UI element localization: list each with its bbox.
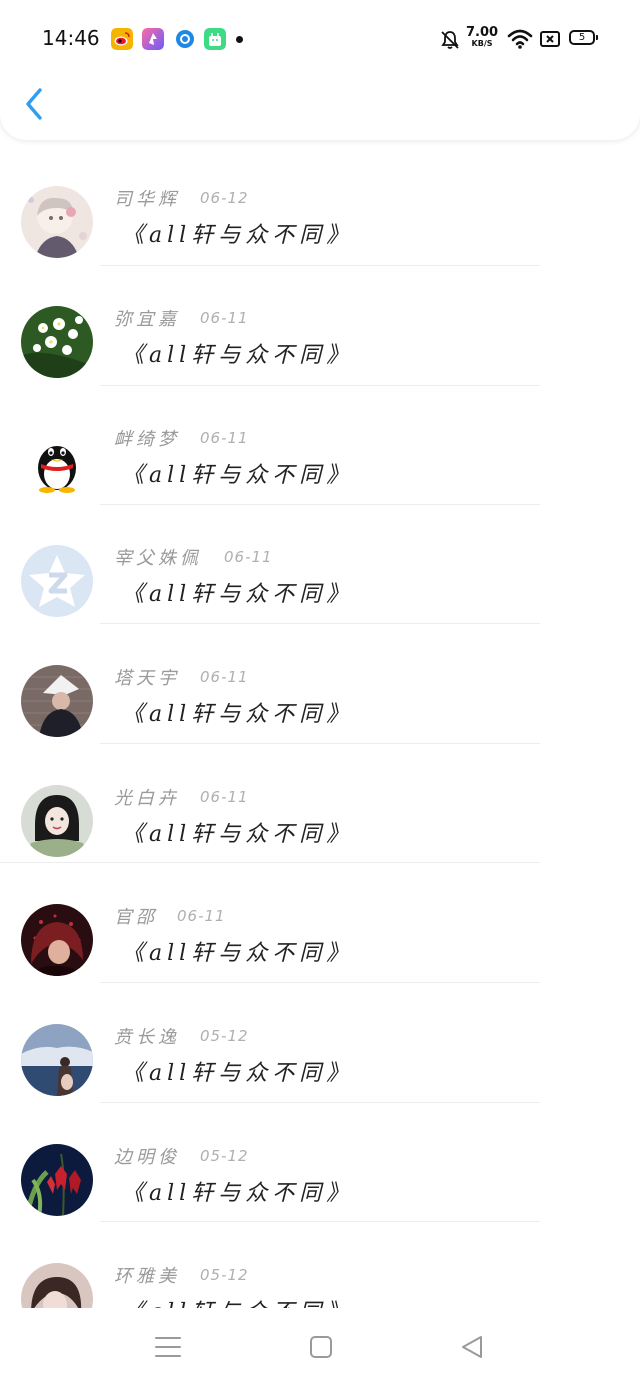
speed-value: 7.00 bbox=[466, 25, 499, 40]
post-date: 05-12 bbox=[200, 1027, 249, 1045]
back-button[interactable] bbox=[18, 84, 52, 124]
battery-icon: 5 bbox=[569, 30, 598, 45]
post-date: 06-12 bbox=[200, 189, 249, 207]
avatar[interactable] bbox=[21, 1024, 93, 1096]
shortcut-icon bbox=[142, 28, 164, 50]
divider bbox=[100, 1102, 540, 1103]
list-item[interactable]: 官邵 06-11 《all轩与众不同》 bbox=[0, 869, 640, 989]
author-name: 弥宜嘉 bbox=[114, 309, 180, 330]
post-date: 06-11 bbox=[200, 429, 249, 447]
wifi-icon bbox=[507, 29, 533, 49]
list-item[interactable]: 衅绮梦 06-11 《all轩与众不同》 bbox=[0, 391, 640, 511]
speed-unit: KB/S bbox=[471, 39, 493, 48]
post-title[interactable]: 《all轩与众不同》 bbox=[122, 337, 353, 369]
bell-off-icon bbox=[441, 31, 459, 49]
post-date: 06-11 bbox=[200, 309, 249, 327]
system-nav-bar bbox=[0, 1308, 640, 1387]
list-item[interactable]: 司华辉 06-12 《all轩与众不同》 bbox=[0, 151, 640, 271]
list-item[interactable]: 塔天宇 06-11 《all轩与众不同》 bbox=[0, 630, 640, 750]
author-name: 宰父姝佩 bbox=[114, 548, 202, 569]
avatar[interactable] bbox=[21, 306, 93, 378]
author-name: 贲长逸 bbox=[114, 1027, 180, 1048]
post-date: 06-11 bbox=[200, 668, 249, 686]
post-title[interactable]: 《all轩与众不同》 bbox=[122, 217, 353, 249]
post-date: 05-12 bbox=[200, 1266, 249, 1284]
avatar[interactable] bbox=[21, 1144, 93, 1216]
avatar[interactable] bbox=[21, 665, 93, 737]
avatar[interactable] bbox=[21, 904, 93, 976]
divider bbox=[100, 623, 540, 624]
divider bbox=[100, 504, 540, 505]
post-title[interactable]: 《all轩与众不同》 bbox=[122, 457, 353, 489]
divider bbox=[0, 862, 540, 863]
list-item[interactable]: 边明俊 05-12 《all轩与众不同》 bbox=[0, 1109, 640, 1229]
android-store-icon bbox=[204, 28, 226, 50]
author-name: 塔天宇 bbox=[114, 668, 180, 689]
divider bbox=[100, 743, 540, 744]
list-item[interactable]: 光白卉 06-11 《all轩与众不同》 bbox=[0, 750, 640, 870]
post-date: 05-12 bbox=[200, 1147, 249, 1165]
post-title[interactable]: 《all轩与众不同》 bbox=[122, 576, 353, 608]
list-item[interactable]: 贲长逸 05-12 《all轩与众不同》 bbox=[0, 989, 640, 1109]
chevron-left-icon bbox=[26, 88, 42, 120]
post-date: 06-11 bbox=[177, 907, 226, 925]
post-date: 06-11 bbox=[224, 548, 273, 566]
browser-icon bbox=[176, 30, 194, 48]
post-title[interactable]: 《all轩与众不同》 bbox=[122, 935, 353, 967]
divider bbox=[100, 385, 540, 386]
network-speed: 7.00 KB/S bbox=[466, 26, 498, 48]
top-header: 14:46 7.00 KB/S 5 bbox=[0, 0, 640, 140]
post-title[interactable]: 《all轩与众不同》 bbox=[122, 696, 353, 728]
avatar[interactable] bbox=[21, 186, 93, 258]
post-title[interactable]: 《all轩与众不同》 bbox=[122, 1175, 353, 1207]
post-title[interactable]: 《all轩与众不同》 bbox=[122, 816, 353, 848]
back-triangle-icon[interactable] bbox=[457, 1334, 487, 1360]
avatar[interactable] bbox=[21, 545, 93, 617]
author-name: 环雅美 bbox=[114, 1266, 180, 1287]
avatar[interactable] bbox=[21, 785, 93, 857]
divider bbox=[100, 265, 540, 266]
post-date: 06-11 bbox=[200, 788, 249, 806]
notification-dot bbox=[236, 36, 243, 43]
divider bbox=[100, 1221, 540, 1222]
home-square-icon[interactable] bbox=[306, 1334, 336, 1360]
author-name: 官邵 bbox=[114, 907, 158, 928]
divider bbox=[100, 982, 540, 983]
author-name: 衅绮梦 bbox=[114, 429, 180, 450]
list-item[interactable]: 宰父姝佩 06-11 《all轩与众不同》 bbox=[0, 510, 640, 630]
author-name: 司华辉 bbox=[114, 189, 180, 210]
author-name: 光白卉 bbox=[114, 788, 180, 809]
author-name: 边明俊 bbox=[114, 1147, 180, 1168]
status-time: 14:46 bbox=[42, 26, 100, 50]
sim-off-icon bbox=[540, 31, 560, 47]
menu-icon[interactable] bbox=[153, 1334, 183, 1360]
status-bar: 14:46 7.00 KB/S 5 bbox=[0, 0, 640, 78]
avatar[interactable] bbox=[21, 426, 93, 498]
post-title[interactable]: 《all轩与众不同》 bbox=[122, 1055, 353, 1087]
list-item[interactable]: 弥宜嘉 06-11 《all轩与众不同》 bbox=[0, 271, 640, 391]
weibo-icon bbox=[111, 28, 133, 50]
